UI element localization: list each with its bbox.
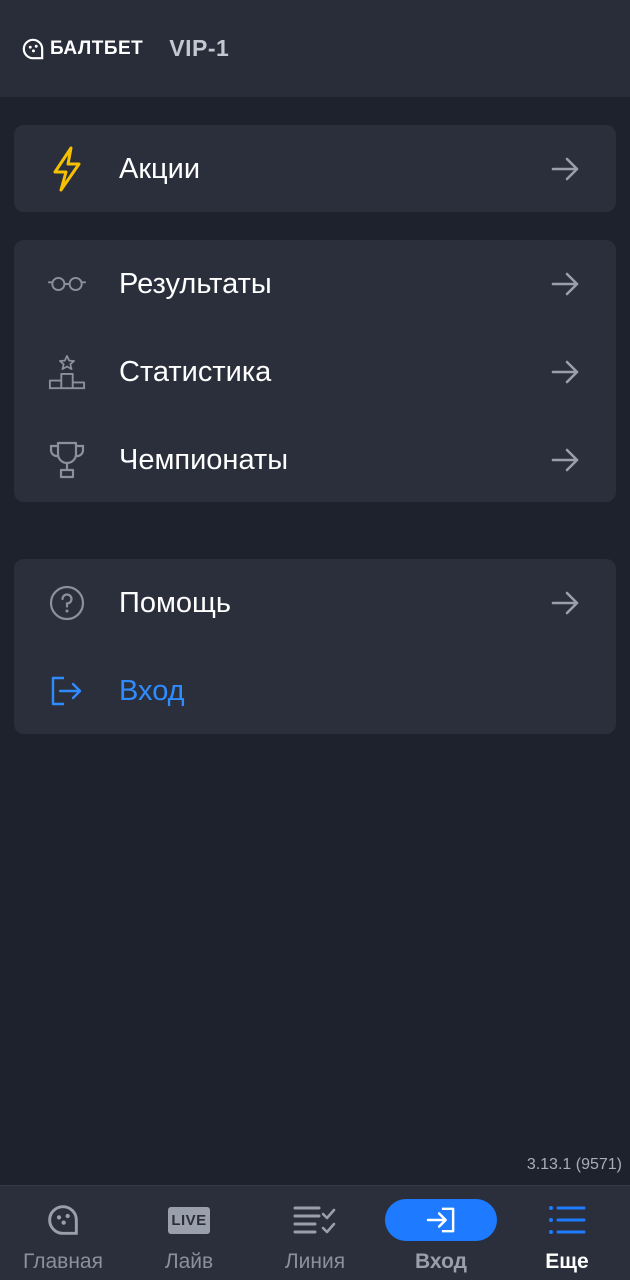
menu-item-login[interactable]: Вход	[14, 647, 616, 735]
nav-more[interactable]: Еще	[504, 1186, 630, 1280]
nav-label: Лайв	[164, 1250, 214, 1273]
arrow-right-icon	[551, 360, 579, 384]
menu-item-label: Чемпионаты	[119, 443, 289, 476]
brand-logo[interactable]: БАЛТБЕТ	[22, 38, 143, 60]
logo-icon	[22, 38, 44, 59]
nav-login[interactable]: Вход	[378, 1186, 504, 1280]
header: БАЛТБЕТ VIP-1	[0, 0, 630, 97]
menu-item-promo[interactable]: Акции	[14, 125, 616, 213]
nav-line[interactable]: Линия	[252, 1186, 378, 1280]
arrow-right-icon	[551, 272, 579, 296]
arrow-right-icon	[551, 448, 579, 472]
brand-name: БАЛТБЕТ	[50, 37, 144, 59]
menu-item-label: Помощь	[119, 586, 232, 619]
live-icon: LIVE	[168, 1206, 210, 1234]
vip-level: VIP-1	[169, 35, 230, 61]
arrow-right-icon	[551, 157, 579, 181]
help-icon	[48, 584, 86, 622]
trophy-icon	[48, 441, 86, 479]
app-version: 3.13.1 (9571)	[526, 1156, 622, 1173]
menu-item-label: Результаты	[119, 267, 272, 300]
menu-item-label: Статистика	[119, 355, 272, 388]
nav-label: Вход	[415, 1250, 467, 1273]
arrow-right-icon	[551, 591, 579, 615]
lightning-icon	[48, 146, 86, 192]
bottom-nav: Главная LIVE Лайв Линия Вход Еще	[0, 1185, 630, 1280]
nav-label: Еще	[545, 1250, 589, 1273]
nav-live[interactable]: LIVE Лайв	[126, 1186, 252, 1280]
info-card: Результаты Статистика Чемпионаты	[14, 240, 616, 502]
nav-label: Линия	[284, 1250, 346, 1273]
menu-item-results[interactable]: Результаты	[14, 240, 616, 328]
podium-icon	[48, 353, 86, 391]
menu-item-championships[interactable]: Чемпионаты	[14, 416, 616, 504]
promo-card: Акции	[14, 125, 616, 212]
menu-item-statistics[interactable]: Статистика	[14, 328, 616, 416]
line-icon	[293, 1206, 336, 1234]
nav-label: Главная	[23, 1250, 103, 1273]
login-icon	[48, 672, 86, 710]
glasses-icon	[48, 265, 86, 303]
menu-item-label: Акции	[119, 152, 201, 185]
menu-item-help[interactable]: Помощь	[14, 559, 616, 647]
home-icon	[48, 1205, 78, 1235]
more-list-icon	[549, 1206, 586, 1234]
menu-item-label: Вход	[119, 674, 185, 707]
nav-home[interactable]: Главная	[0, 1186, 126, 1280]
support-card: Помощь Вход	[14, 559, 616, 734]
